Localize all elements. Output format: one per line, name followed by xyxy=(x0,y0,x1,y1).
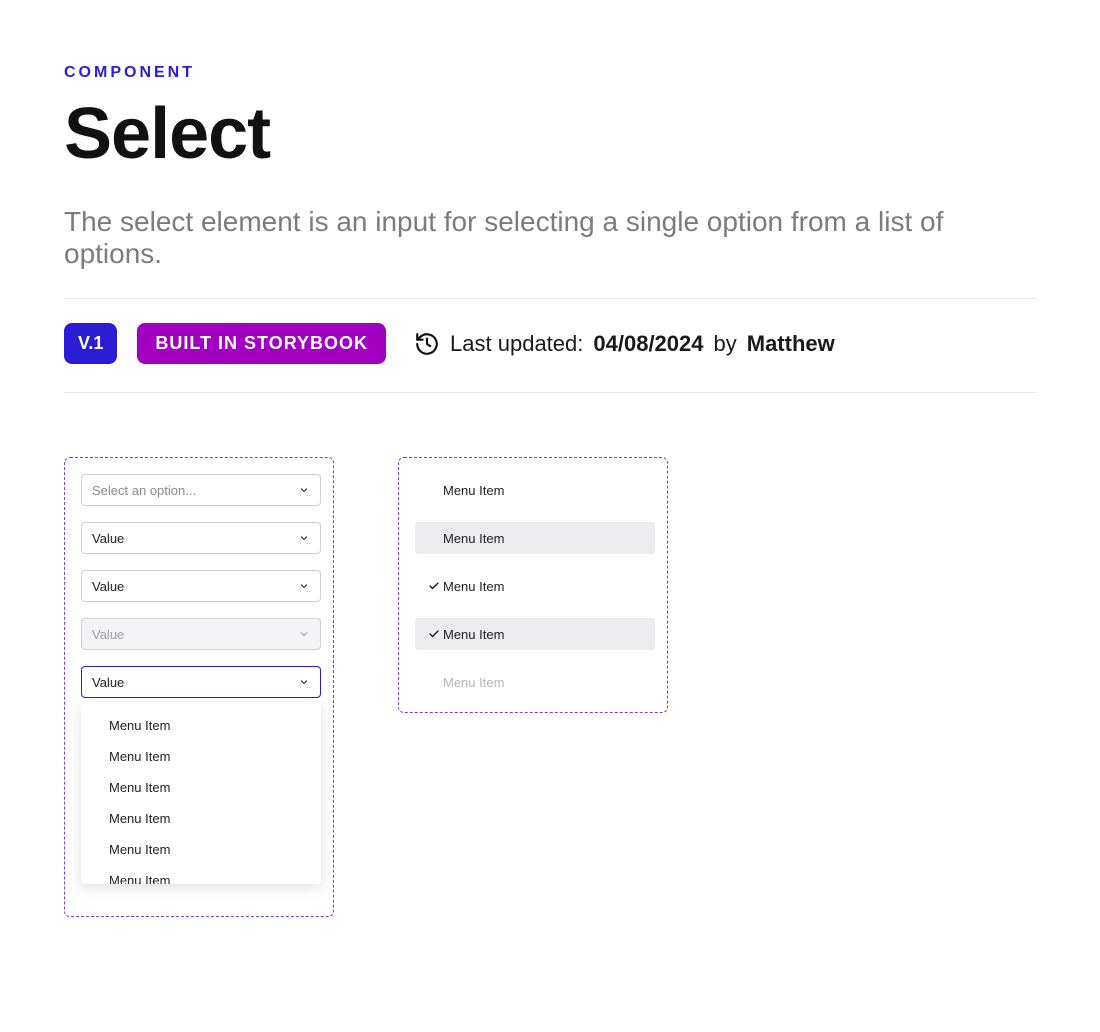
select-dropdown[interactable]: Menu Item Menu Item Menu Item Menu Item … xyxy=(81,702,321,884)
check-icon xyxy=(428,628,440,640)
page-subtitle: The select element is an input for selec… xyxy=(64,206,1036,270)
updated-author: Matthew xyxy=(747,331,835,357)
page-title: Select xyxy=(64,98,1036,170)
select-disabled-text: Value xyxy=(92,627,124,642)
menu-item-hover[interactable]: Menu Item xyxy=(415,522,655,554)
select-focused[interactable]: Value xyxy=(81,666,321,698)
chevron-down-icon xyxy=(298,484,310,496)
select-value-text: Value xyxy=(92,579,124,594)
menu-item-disabled: Menu Item xyxy=(415,666,655,698)
select-placeholder-text: Select an option... xyxy=(92,483,196,498)
select-value[interactable]: Value xyxy=(81,570,321,602)
chevron-down-icon xyxy=(298,676,310,688)
select-focused-text: Value xyxy=(92,675,124,690)
select-disabled: Value xyxy=(81,618,321,650)
menu-item-selected[interactable]: Menu Item xyxy=(415,570,655,602)
menu-item-states-box: Menu Item Menu Item Menu Item Menu xyxy=(398,457,668,713)
check-slot xyxy=(425,628,443,640)
menu-item-label: Menu Item xyxy=(443,579,504,594)
history-icon xyxy=(414,331,440,357)
dropdown-item[interactable]: Menu Item xyxy=(81,803,321,834)
dropdown-item[interactable]: Menu Item xyxy=(81,710,321,741)
storybook-badge[interactable]: BUILT IN STORYBOOK xyxy=(137,323,386,364)
menu-item-default[interactable]: Menu Item xyxy=(415,474,655,506)
last-updated: Last updated: 04/08/2024 by Matthew xyxy=(414,331,835,357)
updated-label: Last updated: xyxy=(450,331,583,357)
menu-item-label: Menu Item xyxy=(443,627,504,642)
eyebrow: COMPONENT xyxy=(64,64,1036,82)
menu-item-label: Menu Item xyxy=(443,675,504,690)
chevron-down-icon xyxy=(298,532,310,544)
check-slot xyxy=(425,580,443,592)
divider xyxy=(64,298,1036,299)
check-icon xyxy=(428,580,440,592)
menu-item-selected-hover[interactable]: Menu Item xyxy=(415,618,655,650)
dropdown-item[interactable]: Menu Item xyxy=(81,772,321,803)
dropdown-item[interactable]: Menu Item xyxy=(81,865,321,884)
divider xyxy=(64,392,1036,393)
chevron-down-icon xyxy=(298,580,310,592)
select-value-text: Value xyxy=(92,531,124,546)
dropdown-item[interactable]: Menu Item xyxy=(81,741,321,772)
menu-item-label: Menu Item xyxy=(443,483,504,498)
select-states-box: Select an option... Value Value Value Va… xyxy=(64,457,334,917)
meta-row: V.1 BUILT IN STORYBOOK Last updated: 04/… xyxy=(64,323,1036,364)
select-value[interactable]: Value xyxy=(81,522,321,554)
updated-date: 04/08/2024 xyxy=(593,331,703,357)
dropdown-item[interactable]: Menu Item xyxy=(81,834,321,865)
by-label: by xyxy=(714,331,737,357)
version-badge: V.1 xyxy=(64,323,117,364)
select-placeholder[interactable]: Select an option... xyxy=(81,474,321,506)
menu-item-label: Menu Item xyxy=(443,531,504,546)
chevron-down-icon xyxy=(298,628,310,640)
